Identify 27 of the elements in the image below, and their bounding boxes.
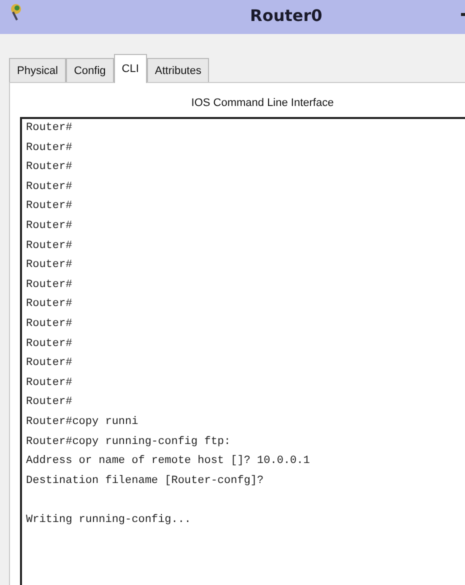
console-line: Router# — [26, 258, 74, 274]
console-line: Router#copy running-config ftp: — [26, 434, 232, 450]
console-line: Router# — [26, 356, 74, 372]
console-line: Router# — [26, 160, 74, 176]
console-line: Router# — [26, 376, 74, 391]
console-line: Router#copy runni — [26, 414, 140, 430]
console-line: Router# — [26, 395, 74, 410]
console-line: Router# — [26, 278, 74, 293]
console-line: Router# — [26, 180, 74, 195]
tab[interactable]: Attributes — [146, 58, 210, 82]
console-line: Router# — [26, 297, 74, 312]
console-line: Address or name of remote host []? 10.0.0.1 — [26, 454, 311, 470]
console-line: Router# — [26, 238, 74, 254]
console-line: Router# — [26, 336, 74, 352]
app-icon — [8, 2, 24, 22]
console-line: Router# — [26, 121, 74, 136]
console-line: Router# — [26, 218, 74, 234]
panel-heading: IOS Command Line Interface — [190, 96, 335, 111]
tab[interactable]: Physical — [9, 58, 66, 82]
tab[interactable]: Config — [66, 58, 114, 82]
console-line: Router# — [26, 316, 74, 332]
tab[interactable]: CLI — [114, 54, 147, 83]
console-line: Writing running-config... — [26, 512, 192, 528]
window-title: Router0 — [250, 6, 322, 25]
console-line: Router# — [26, 140, 74, 156]
console-line: Destination filename [Router-confg]? — [26, 474, 265, 489]
console-line: Router# — [26, 199, 74, 214]
